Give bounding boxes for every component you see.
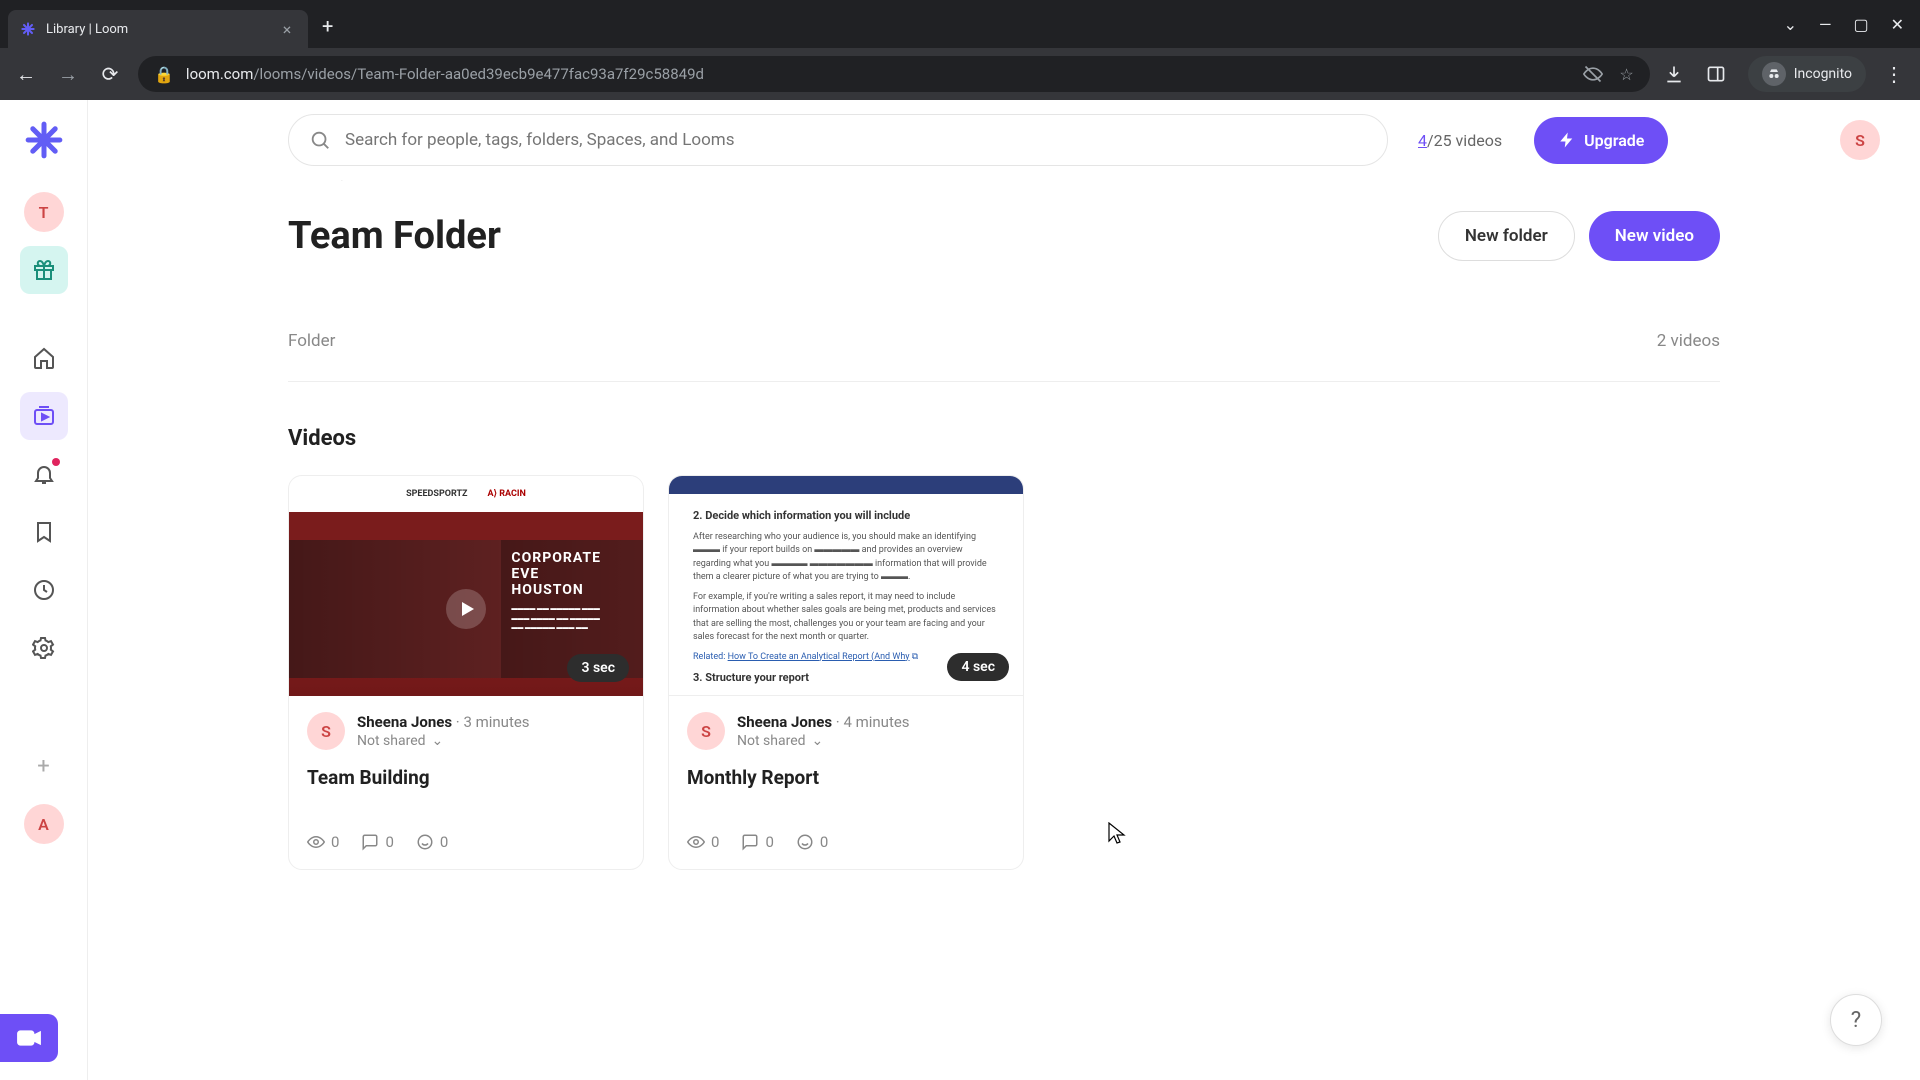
search-icon bbox=[309, 129, 331, 151]
content-area: Videos / Team Folder Team Folder New fol… bbox=[88, 180, 1920, 1080]
video-quota[interactable]: 4/25 videos bbox=[1418, 131, 1502, 150]
loom-logo[interactable] bbox=[24, 120, 64, 160]
tabs-dropdown-icon[interactable]: ⌄ bbox=[1784, 15, 1797, 34]
author-name: Sheena Jones bbox=[357, 713, 452, 731]
search-box[interactable] bbox=[288, 114, 1388, 166]
window-controls: ⌄ ― ▢ ✕ bbox=[1784, 15, 1912, 34]
browser-tab-strip: Library | Loom × + ⌄ ― ▢ ✕ bbox=[0, 0, 1920, 48]
eye-off-icon[interactable] bbox=[1583, 64, 1603, 84]
gift-icon[interactable] bbox=[20, 246, 68, 294]
bolt-icon bbox=[1558, 131, 1576, 149]
bookmark-icon[interactable] bbox=[20, 508, 68, 556]
views-stat: 0 bbox=[307, 833, 339, 851]
share-status[interactable]: Not shared ⌄ bbox=[357, 733, 530, 749]
video-card[interactable]: 2. Decide which information you will inc… bbox=[668, 475, 1024, 870]
record-button[interactable] bbox=[0, 1014, 58, 1062]
author-avatar: S bbox=[687, 712, 725, 750]
reactions-stat: 0 bbox=[416, 833, 448, 851]
browser-tab[interactable]: Library | Loom × bbox=[8, 10, 308, 48]
maximize-icon[interactable]: ▢ bbox=[1853, 15, 1868, 34]
comments-stat: 0 bbox=[361, 833, 393, 851]
downloads-icon[interactable] bbox=[1664, 64, 1692, 84]
video-card[interactable]: SPEEDSPORTZA⟩ RACIN CORPORATE EVE HOUSTO… bbox=[288, 475, 644, 870]
workspace-avatar[interactable]: T bbox=[20, 188, 68, 236]
left-rail: T + A bbox=[0, 100, 88, 1080]
forward-button[interactable]: → bbox=[54, 62, 82, 87]
duration-badge: 3 sec bbox=[567, 654, 629, 682]
video-thumbnail[interactable]: SPEEDSPORTZA⟩ RACIN CORPORATE EVE HOUSTO… bbox=[289, 476, 643, 696]
reactions-stat: 0 bbox=[796, 833, 828, 851]
chevron-down-icon: ⌄ bbox=[812, 733, 824, 749]
comment-icon bbox=[361, 833, 379, 851]
video-age: 3 minutes bbox=[463, 713, 529, 731]
views-stat: 0 bbox=[687, 833, 719, 851]
notifications-icon[interactable] bbox=[20, 450, 68, 498]
back-button[interactable]: ← bbox=[12, 62, 40, 87]
history-icon[interactable] bbox=[20, 566, 68, 614]
lock-icon[interactable]: 🔒 bbox=[154, 65, 174, 84]
smile-icon bbox=[416, 833, 434, 851]
chevron-down-icon: ⌄ bbox=[432, 733, 444, 749]
loom-favicon bbox=[20, 21, 36, 37]
upgrade-button[interactable]: Upgrade bbox=[1534, 117, 1668, 164]
url-box[interactable]: 🔒 loom.com/looms/videos/Team-Folder-aa0e… bbox=[138, 56, 1650, 92]
eye-icon bbox=[687, 833, 705, 851]
video-thumbnail[interactable]: 2. Decide which information you will inc… bbox=[669, 476, 1023, 696]
videos-heading: Videos bbox=[288, 426, 1720, 451]
close-icon[interactable]: × bbox=[278, 20, 296, 39]
reload-button[interactable]: ⟳ bbox=[96, 62, 124, 86]
library-icon[interactable] bbox=[20, 392, 68, 440]
comment-icon bbox=[741, 833, 759, 851]
incognito-badge[interactable]: Incognito bbox=[1748, 56, 1866, 92]
close-window-icon[interactable]: ✕ bbox=[1891, 15, 1904, 34]
folder-video-count: 2 videos bbox=[1657, 331, 1720, 351]
kebab-icon[interactable]: ⋮ bbox=[1880, 62, 1908, 86]
notification-dot bbox=[52, 458, 60, 466]
panel-icon[interactable] bbox=[1706, 64, 1734, 84]
settings-icon[interactable] bbox=[20, 624, 68, 672]
minimize-icon[interactable]: ― bbox=[1819, 15, 1832, 34]
address-bar: ← → ⟳ 🔒 loom.com/looms/videos/Team-Folde… bbox=[0, 48, 1920, 100]
breadcrumb[interactable]: Videos / Team Folder bbox=[288, 180, 1720, 183]
play-icon[interactable] bbox=[446, 589, 486, 629]
share-status[interactable]: Not shared ⌄ bbox=[737, 733, 910, 749]
url-text: loom.com/looms/videos/Team-Folder-aa0ed3… bbox=[186, 65, 1571, 83]
comments-stat: 0 bbox=[741, 833, 773, 851]
top-bar: 4/25 videos Upgrade S bbox=[88, 100, 1920, 180]
duration-badge: 4 sec bbox=[947, 653, 1009, 681]
page-title: Team Folder bbox=[288, 214, 501, 258]
smile-icon bbox=[796, 833, 814, 851]
author-avatar: S bbox=[307, 712, 345, 750]
incognito-icon bbox=[1762, 62, 1786, 86]
folder-label: Folder bbox=[288, 331, 335, 351]
help-button[interactable]: ? bbox=[1830, 994, 1882, 1046]
add-icon[interactable]: + bbox=[20, 742, 68, 790]
user-avatar-rail[interactable]: A bbox=[20, 800, 68, 848]
new-folder-button[interactable]: New folder bbox=[1438, 211, 1575, 261]
video-title[interactable]: Team Building bbox=[307, 766, 625, 789]
divider bbox=[288, 381, 1720, 382]
search-input[interactable] bbox=[345, 130, 1367, 150]
video-grid: SPEEDSPORTZA⟩ RACIN CORPORATE EVE HOUSTO… bbox=[288, 475, 1720, 870]
video-title[interactable]: Monthly Report bbox=[687, 766, 1005, 789]
video-age: 4 minutes bbox=[843, 713, 909, 731]
tab-title: Library | Loom bbox=[46, 22, 268, 37]
eye-icon bbox=[307, 833, 325, 851]
user-avatar[interactable]: S bbox=[1840, 120, 1880, 160]
author-name: Sheena Jones bbox=[737, 713, 832, 731]
home-icon[interactable] bbox=[20, 334, 68, 382]
star-icon[interactable]: ☆ bbox=[1619, 65, 1633, 84]
new-tab-button[interactable]: + bbox=[322, 14, 333, 38]
new-video-button[interactable]: New video bbox=[1589, 211, 1720, 261]
